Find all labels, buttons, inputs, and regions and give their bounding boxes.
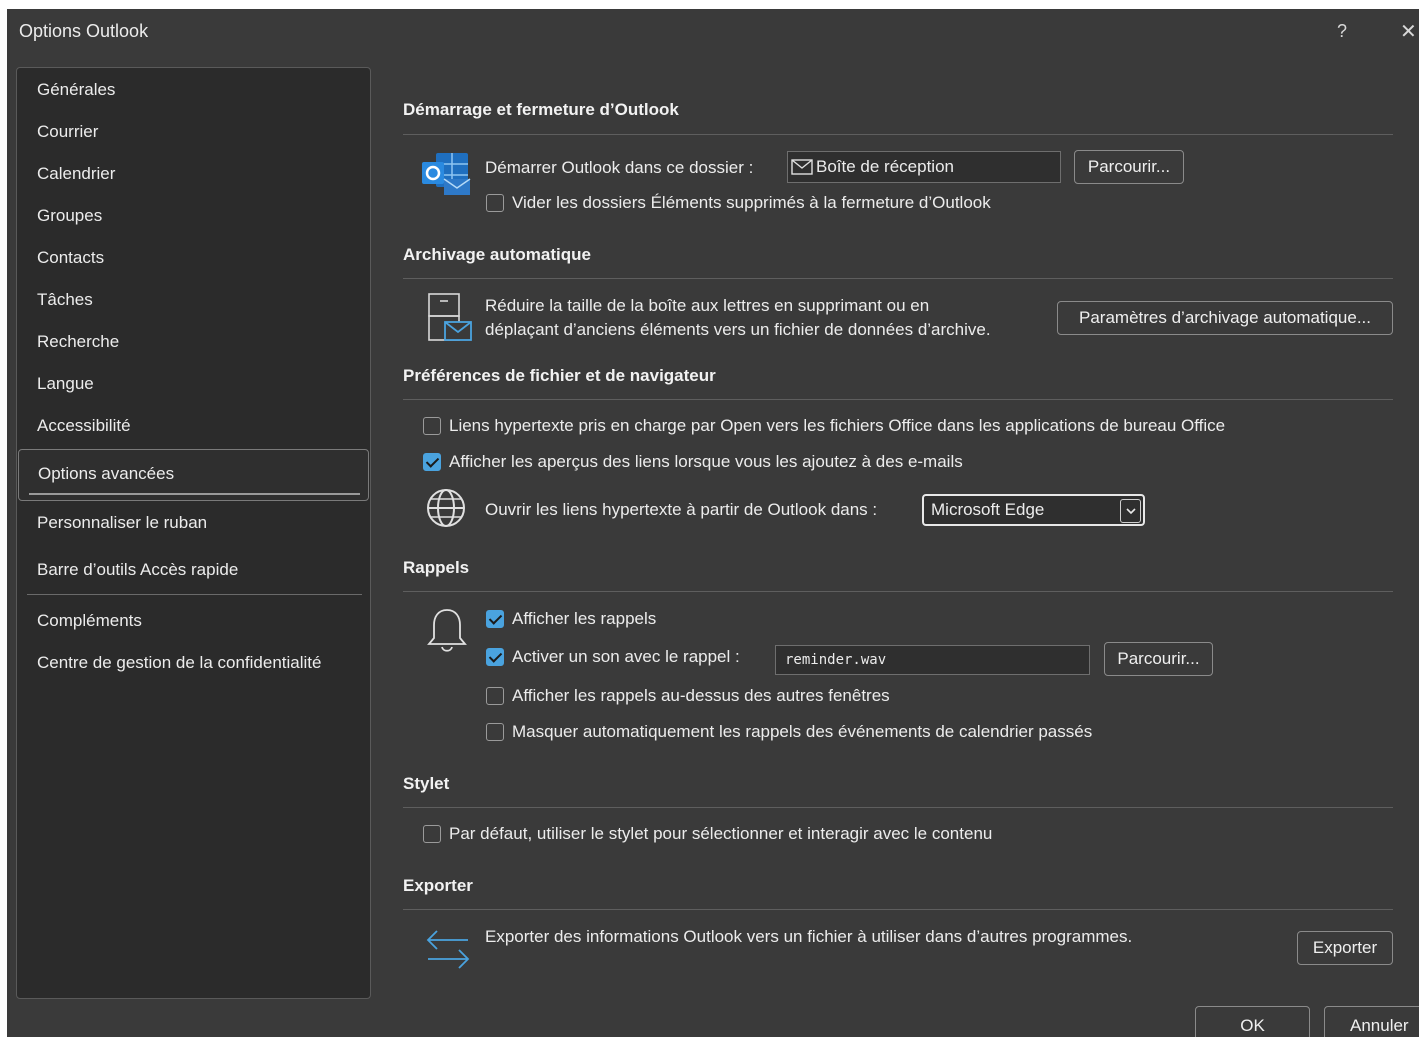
open-links-in-label: Ouvrir les liens hypertexte à partir de … <box>485 500 878 519</box>
sidebar-item-options-avancees[interactable]: Options avancées <box>18 449 369 501</box>
auto-dismiss-reminders-checkbox[interactable] <box>486 723 504 741</box>
start-folder-value: Boîte de réception <box>816 157 954 176</box>
link-previews-checkbox[interactable] <box>423 453 441 471</box>
autoarchive-desc-line2: déplaçant d’anciens éléments vers un fic… <box>485 320 991 339</box>
sidebar-divider <box>27 594 362 595</box>
options-dialog: Options Outlook ? ✕ Générales Courrier C… <box>7 9 1419 1037</box>
start-folder-label: Démarrer Outlook dans ce dossier : <box>485 158 754 177</box>
section-divider <box>403 134 1393 135</box>
section-title-export: Exporter <box>403 876 473 895</box>
cancel-button[interactable]: Annuler <box>1324 1006 1419 1037</box>
section-divider <box>403 909 1393 910</box>
selection-indicator <box>29 493 360 495</box>
section-title-reminders: Rappels <box>403 558 470 577</box>
help-button[interactable]: ? <box>1337 21 1347 42</box>
export-arrows-icon <box>426 930 470 969</box>
sidebar-item-calendrier[interactable]: Calendrier <box>37 164 115 184</box>
sidebar-item-groupes[interactable]: Groupes <box>37 206 102 226</box>
window-title: Options Outlook <box>19 21 149 41</box>
globe-icon <box>427 489 465 527</box>
sidebar-item-complements[interactable]: Compléments <box>37 611 142 631</box>
browse-folder-button[interactable]: Parcourir... <box>1074 150 1184 184</box>
browser-select[interactable]: Microsoft Edge <box>922 494 1145 526</box>
section-divider <box>403 399 1393 400</box>
section-title-pen: Stylet <box>403 774 450 793</box>
sidebar-item-contacts[interactable]: Contacts <box>37 248 104 268</box>
sidebar-item-barre-acces-rapide[interactable]: Barre d’outils Accès rapide <box>37 560 238 580</box>
bell-icon <box>427 609 467 652</box>
browse-sound-button[interactable]: Parcourir... <box>1104 642 1213 676</box>
empty-deleted-checkbox[interactable] <box>486 194 504 212</box>
show-reminders-label: Afficher les rappels <box>512 609 657 628</box>
sidebar-item-langue[interactable]: Langue <box>37 374 94 394</box>
section-divider <box>403 278 1393 279</box>
sidebar-item-label: Options avancées <box>38 464 175 483</box>
chevron-down-icon[interactable] <box>1120 499 1141 523</box>
sidebar-item-generales[interactable]: Générales <box>37 80 115 100</box>
reminder-sound-checkbox[interactable] <box>486 648 504 666</box>
reminder-sound-label: Activer un son avec le rappel : <box>512 647 740 666</box>
section-divider <box>403 807 1393 808</box>
sidebar-item-courrier[interactable]: Courrier <box>37 122 98 142</box>
use-pen-label: Par défaut, utiliser le stylet pour séle… <box>449 824 993 843</box>
sidebar-item-taches[interactable]: Tâches <box>37 290 93 310</box>
sidebar-item-accessibilite[interactable]: Accessibilité <box>37 416 131 436</box>
auto-dismiss-reminders-label: Masquer automatiquement les rappels des … <box>512 722 1093 741</box>
section-title-startup: Démarrage et fermeture d’Outlook <box>403 100 679 119</box>
autoarchive-desc-line1: Réduire la taille de la boîte aux lettre… <box>485 296 930 315</box>
section-divider <box>403 591 1393 592</box>
section-title-browser: Préférences de fichier et de navigateur <box>403 366 716 385</box>
archive-cabinet-icon <box>428 293 472 341</box>
browser-select-value: Microsoft Edge <box>931 500 1045 519</box>
show-reminders-checkbox[interactable] <box>486 610 504 628</box>
close-button[interactable]: ✕ <box>1400 19 1417 44</box>
reminders-on-top-checkbox[interactable] <box>486 687 504 705</box>
open-links-office-label: Liens hypertexte pris en charge par Open… <box>449 416 1226 435</box>
ok-button[interactable]: OK <box>1195 1006 1310 1037</box>
envelope-icon <box>791 159 813 175</box>
export-button[interactable]: Exporter <box>1297 931 1393 965</box>
sidebar-item-personnaliser-ruban[interactable]: Personnaliser le ruban <box>37 513 207 533</box>
sidebar: Générales Courrier Calendrier Groupes Co… <box>16 67 371 999</box>
export-desc: Exporter des informations Outlook vers u… <box>485 927 1133 946</box>
outlook-folder-icon <box>422 153 471 195</box>
reminder-sound-file-field[interactable]: reminder.wav <box>775 645 1090 675</box>
autoarchive-settings-button[interactable]: Paramètres d’archivage automatique... <box>1057 301 1393 335</box>
sidebar-item-recherche[interactable]: Recherche <box>37 332 119 352</box>
sidebar-item-centre-confidentialite[interactable]: Centre de gestion de la confidentialité <box>37 653 321 673</box>
empty-deleted-label: Vider les dossiers Éléments supprimés à … <box>512 193 991 212</box>
open-links-office-checkbox[interactable] <box>423 417 441 435</box>
reminders-on-top-label: Afficher les rappels au-dessus des autre… <box>512 686 890 705</box>
link-previews-label: Afficher les aperçus des liens lorsque v… <box>449 452 963 471</box>
section-title-autoarchive: Archivage automatique <box>403 245 591 264</box>
reminder-sound-file-value: reminder.wav <box>785 652 887 668</box>
use-pen-checkbox[interactable] <box>423 825 441 843</box>
start-folder-field[interactable]: Boîte de réception <box>787 151 1061 183</box>
